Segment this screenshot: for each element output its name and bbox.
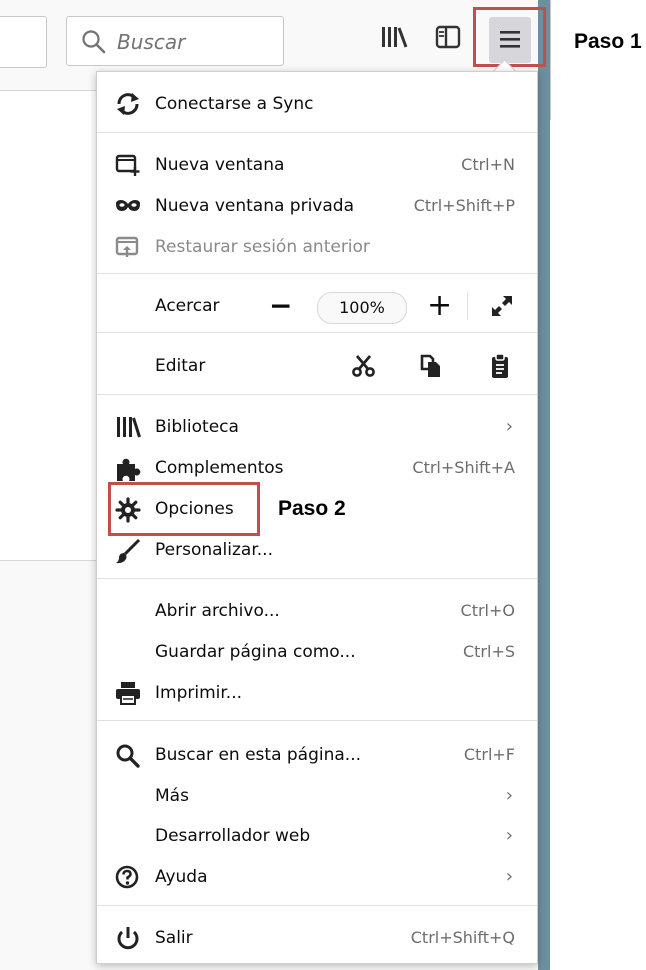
sidebar-icon[interactable] xyxy=(434,24,462,54)
search-placeholder: Buscar xyxy=(117,30,186,54)
restore-session-icon xyxy=(115,235,141,259)
menu-item-label: Guardar página como... xyxy=(155,642,356,662)
menu-item-shortcut: Ctrl+F xyxy=(463,745,515,764)
private-mask-icon xyxy=(115,194,141,218)
menu-item-label: Imprimir... xyxy=(155,683,243,703)
zoom-divider xyxy=(467,292,468,320)
menu-item-label: Biblioteca xyxy=(155,417,239,437)
menu-item-web-developer[interactable]: Desarrollador web › xyxy=(97,816,537,856)
menu-item-label: Ayuda xyxy=(155,867,208,887)
menu-item-label: Buscar en esta página... xyxy=(155,745,362,765)
menu-separator xyxy=(97,273,537,274)
menu-item-sync[interactable]: Conectarse a Sync xyxy=(97,84,537,124)
menu-item-label: Desarrollador web xyxy=(155,826,311,846)
menu-item-library[interactable]: Biblioteca › xyxy=(97,407,537,447)
menu-item-label: Conectarse a Sync xyxy=(155,94,314,114)
help-icon xyxy=(115,865,141,889)
zoom-in-button[interactable]: + xyxy=(427,286,452,326)
search-bar[interactable]: Buscar xyxy=(66,16,284,66)
url-bar[interactable] xyxy=(0,16,47,68)
menu-item-shortcut: Ctrl+Shift+A xyxy=(412,458,515,477)
chevron-right-icon: › xyxy=(505,785,513,806)
chevron-right-icon: › xyxy=(505,866,513,887)
menu-item-label: Restaurar sesión anterior xyxy=(155,237,370,257)
fullscreen-icon[interactable] xyxy=(490,294,514,322)
new-window-icon xyxy=(115,153,141,177)
menu-item-quit[interactable]: Salir Ctrl+Shift+Q xyxy=(97,918,537,958)
printer-icon xyxy=(115,681,141,705)
paintbrush-icon xyxy=(115,538,141,564)
menu-item-more[interactable]: Más › xyxy=(97,776,537,816)
menu-item-private-window[interactable]: Nueva ventana privada Ctrl+Shift+P xyxy=(97,186,537,226)
chevron-right-icon: › xyxy=(505,416,513,437)
cut-icon[interactable] xyxy=(351,354,377,382)
step1-label: Paso 1 xyxy=(574,30,642,53)
edit-label: Editar xyxy=(155,356,206,376)
menu-item-zoom: Acercar − 100% + xyxy=(97,286,537,326)
zoom-label: Acercar xyxy=(155,296,220,316)
paste-icon[interactable] xyxy=(489,352,511,384)
zoom-out-button[interactable]: − xyxy=(269,286,292,326)
menu-separator xyxy=(97,720,537,721)
menu-item-shortcut: Ctrl+Shift+P xyxy=(413,196,515,215)
menu-separator xyxy=(97,132,537,133)
menu-item-open-file[interactable]: Abrir archivo... Ctrl+O xyxy=(97,591,537,631)
menu-item-save-page[interactable]: Guardar página como... Ctrl+S xyxy=(97,632,537,672)
menu-item-label: Abrir archivo... xyxy=(155,601,280,621)
chevron-right-icon: › xyxy=(505,825,513,846)
power-icon xyxy=(115,926,141,950)
menu-separator xyxy=(97,332,537,333)
zoom-reset-button[interactable]: 100% xyxy=(317,292,407,324)
library-icon[interactable] xyxy=(380,24,408,54)
step2-label: Paso 2 xyxy=(278,497,346,520)
library-icon xyxy=(115,415,141,439)
menu-item-find[interactable]: Buscar en esta página... Ctrl+F xyxy=(97,735,537,775)
menu-item-restore-session[interactable]: Restaurar sesión anterior xyxy=(97,227,537,267)
step1-highlight-box xyxy=(473,7,546,67)
background-window-fragment xyxy=(550,0,561,120)
menu-separator xyxy=(97,578,537,579)
step2-highlight-box xyxy=(108,482,260,536)
menu-separator xyxy=(97,905,537,906)
menu-item-label: Más xyxy=(155,786,189,806)
menu-item-edit: Editar xyxy=(97,346,537,386)
search-icon xyxy=(115,743,141,768)
menu-item-label: Salir xyxy=(155,928,193,948)
puzzle-piece-icon xyxy=(115,456,141,481)
menu-item-shortcut: Ctrl+O xyxy=(460,601,515,620)
menu-item-label: Nueva ventana privada xyxy=(155,196,354,216)
copy-icon[interactable] xyxy=(419,353,443,383)
menu-item-shortcut: Ctrl+Shift+Q xyxy=(410,928,515,947)
window-edge xyxy=(538,0,550,970)
menu-item-print[interactable]: Imprimir... xyxy=(97,673,537,713)
search-icon xyxy=(81,29,107,59)
menu-item-label: Complementos xyxy=(155,458,284,478)
menu-item-label: Personalizar... xyxy=(155,540,273,560)
menu-item-help[interactable]: Ayuda › xyxy=(97,857,537,897)
menu-item-label: Nueva ventana xyxy=(155,155,285,175)
menu-item-shortcut: Ctrl+S xyxy=(462,642,515,661)
menu-item-customize[interactable]: Personalizar... xyxy=(97,530,537,570)
sync-icon xyxy=(115,92,141,116)
menu-item-shortcut: Ctrl+N xyxy=(461,155,515,174)
menu-item-new-window[interactable]: Nueva ventana Ctrl+N xyxy=(97,145,537,185)
menu-separator xyxy=(97,394,537,395)
